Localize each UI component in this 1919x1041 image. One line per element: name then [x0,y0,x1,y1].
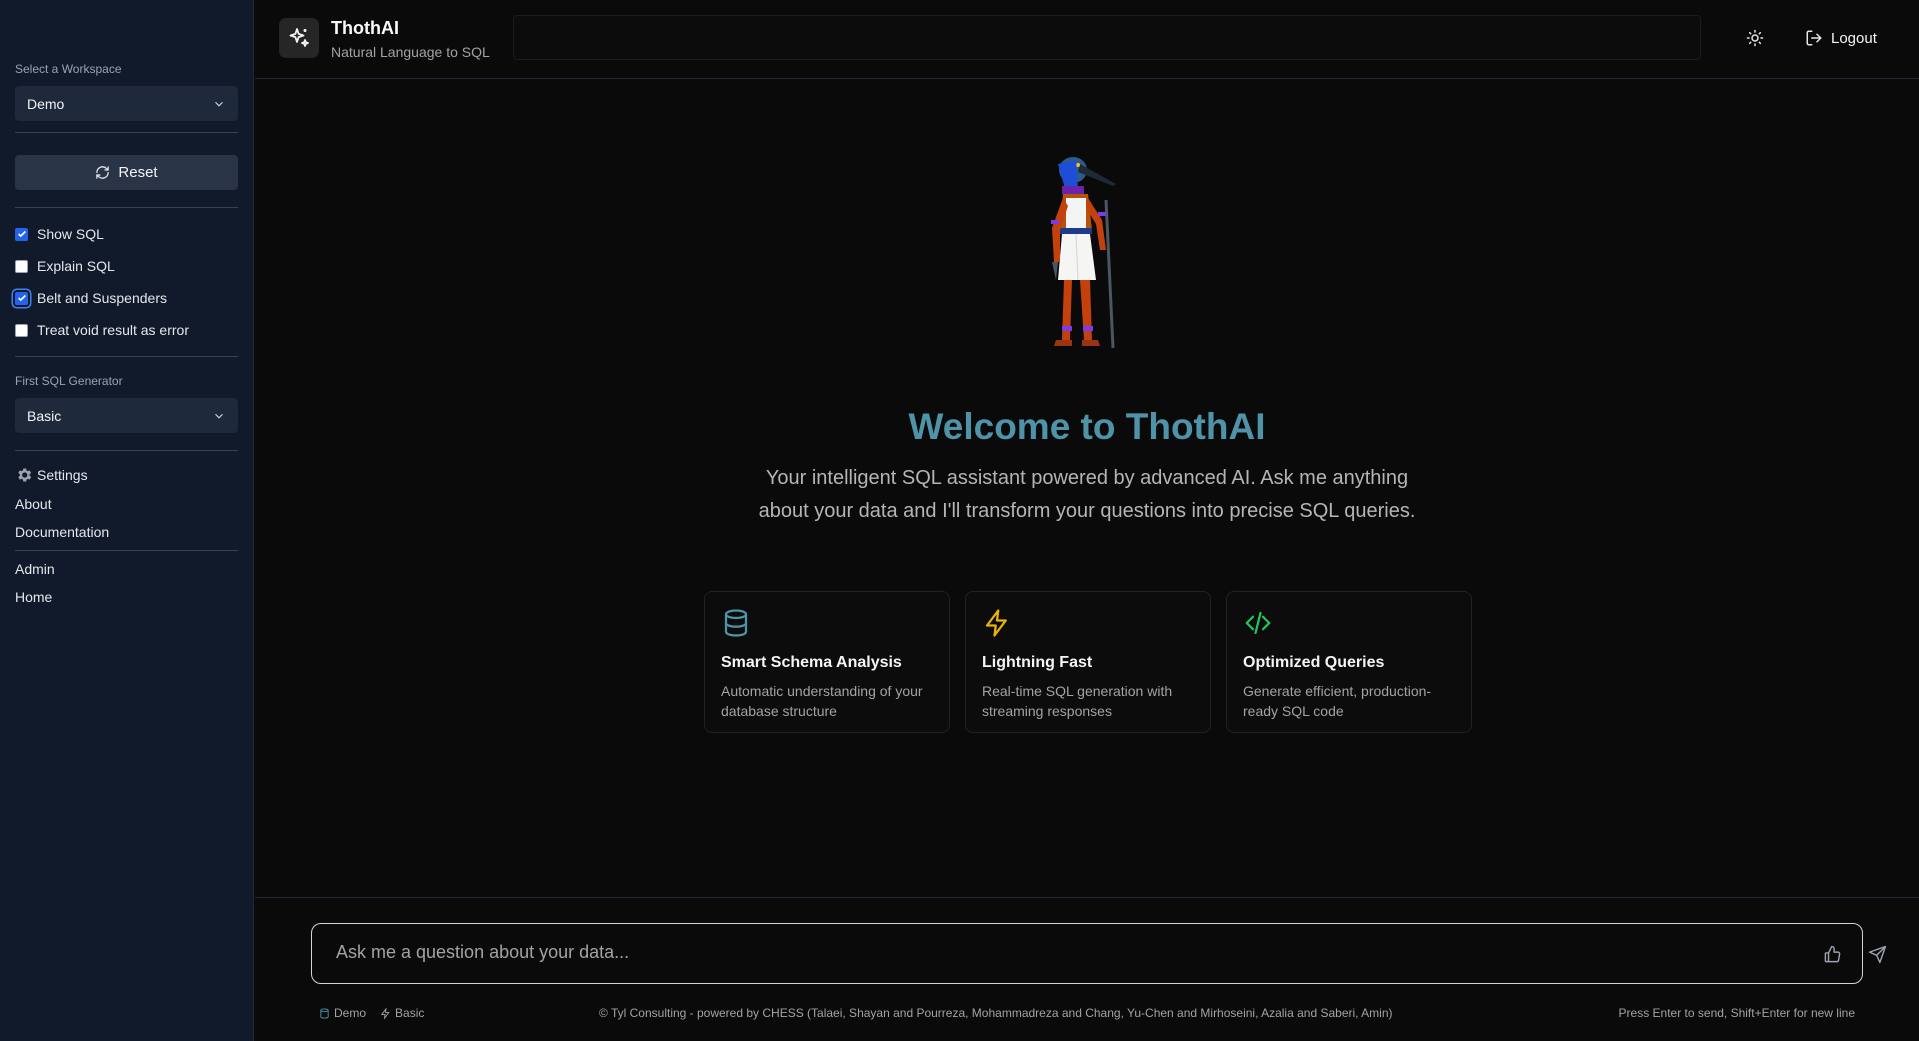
sidebar-divider [15,356,238,357]
logout-button[interactable]: Logout [1805,24,1877,52]
nav-admin[interactable]: Admin [15,561,55,577]
app-title: ThothAI [331,18,399,38]
send-button[interactable] [1865,942,1889,966]
nav-settings-label: Settings [37,467,88,483]
sidebar-divider [15,132,238,133]
nav-settings[interactable]: Settings [15,466,88,484]
database-icon [320,1007,329,1019]
chevron-down-icon [215,101,223,107]
feature-card-speed: Lightning Fast Real-time SQL generation … [965,591,1211,733]
nav-home[interactable]: Home [15,589,52,605]
send-icon [1868,945,1886,963]
checkbox-belt-and-suspenders[interactable]: Belt and Suspenders [15,288,167,308]
footer-credits: © Tyl Consulting - powered by CHESS (Tal… [599,1006,1393,1020]
checkbox-label: Explain SQL [37,258,115,274]
checkbox-label: Treat void result as error [37,322,189,338]
generator-select[interactable]: Basic [15,398,238,433]
logout-label: Logout [1831,29,1877,47]
workspace-select-value: Demo [27,95,65,112]
checkbox-unchecked-icon[interactable] [15,323,28,337]
feature-card-title: Optimized Queries [1243,654,1385,671]
sidebar-divider [15,450,238,451]
footer-hint: Press Enter to send, Shift+Enter for new… [1618,1006,1855,1020]
checkbox-explain-sql[interactable]: Explain SQL [15,256,115,276]
nav-documentation[interactable]: Documentation [15,524,109,540]
workspace-select[interactable]: Demo [15,86,238,121]
generator-select-value: Basic [27,407,62,424]
lightning-icon [380,1007,390,1019]
footer-status: Demo Basic [319,1006,424,1020]
feedback-button[interactable] [1820,942,1844,966]
main-content: Welcome to ThothAI Your intelligent SQL … [255,80,1919,898]
checkbox-treat-void-as-error[interactable]: Treat void result as error [15,320,189,340]
checkbox-label: Show SQL [37,226,104,242]
feature-card-description: Real-time SQL generation with streaming … [982,683,1173,719]
footer-generator-label: Basic [395,1006,425,1020]
chat-input[interactable] [336,942,1736,963]
chevron-down-icon [215,413,223,419]
footer-generator: Basic [380,1006,424,1020]
checkbox-checked-icon[interactable] [15,227,28,241]
feature-card-schema: Smart Schema Analysis Automatic understa… [704,591,950,733]
app-subtitle: Natural Language to SQL [331,44,490,60]
theme-toggle-button[interactable] [1741,24,1769,52]
feature-card-description: Automatic understanding of your database… [721,683,923,719]
top-header: ThothAI Natural Language to SQL Logout [255,0,1919,79]
generator-label: First SQL Generator [15,374,123,388]
thoth-illustration [1051,157,1116,349]
thumbs-up-icon [1824,945,1840,962]
footer: Demo Basic © Tyl Consulting - powered by… [255,1006,1919,1022]
checkbox-show-sql[interactable]: Show SQL [15,224,104,244]
checkbox-unchecked-icon[interactable] [15,259,28,273]
footer-workspace: Demo [319,1006,366,1020]
app-logo [279,18,319,58]
feature-card-description: Generate efficient, production-ready SQL… [1243,683,1432,719]
sun-icon [1746,29,1764,47]
logout-icon [1806,30,1822,46]
sidebar-divider [15,207,238,208]
workspace-label: Select a Workspace [15,62,122,76]
nav-about[interactable]: About [15,496,52,512]
sidebar-divider [15,550,238,551]
chat-input-container [311,923,1886,984]
header-empty-panel [513,15,1701,60]
welcome-heading: Welcome to ThothAI [908,406,1266,447]
footer-workspace-label: Demo [334,1006,367,1020]
gear-icon [18,468,32,482]
sparkles-icon [289,28,309,47]
lightning-icon [985,609,1007,637]
bottom-divider [255,897,1919,898]
checkbox-checked-icon[interactable] [15,291,28,305]
welcome-tagline: Your intelligent SQL assistant powered b… [758,467,1416,522]
refresh-icon [96,166,110,179]
feature-card-title: Smart Schema Analysis [721,654,902,671]
reset-button[interactable]: Reset [15,155,238,190]
database-icon [724,609,748,637]
feature-card-title: Lightning Fast [982,654,1093,671]
feature-card-queries: Optimized Queries Generate efficient, pr… [1226,591,1472,733]
code-icon [1245,611,1271,635]
reset-button-label: Reset [118,164,158,181]
checkbox-label: Belt and Suspenders [37,290,167,306]
sidebar: Select a Workspace Demo Reset Show SQL E… [0,0,254,1041]
